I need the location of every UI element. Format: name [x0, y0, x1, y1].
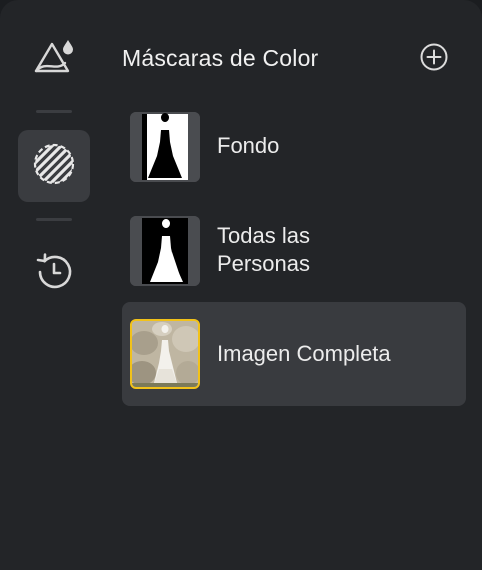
adjust-tool-button[interactable] — [18, 22, 90, 94]
rail-divider — [36, 218, 72, 221]
mask-item-imagen-completa[interactable]: Imagen Completa — [122, 302, 466, 406]
mask-item-todas-las-personas[interactable]: Todas las Personas — [122, 206, 466, 294]
mask-label: Imagen Completa — [217, 341, 391, 366]
photo-thumbnail-image — [132, 321, 198, 387]
history-tool-button[interactable] — [18, 238, 90, 310]
mask-thumbnail — [130, 112, 200, 182]
history-icon — [33, 251, 75, 298]
mask-thumbnail — [130, 216, 200, 286]
mask-item-fondo[interactable]: Fondo — [122, 104, 466, 188]
masks-panel: Máscaras de Color Fondo Todas las Person… — [0, 0, 482, 570]
masks-tool-button[interactable] — [18, 130, 90, 202]
striped-circle-icon — [32, 142, 76, 191]
plus-circle-icon — [419, 42, 449, 77]
add-mask-button[interactable] — [419, 42, 449, 77]
triangle-droplet-icon — [32, 36, 76, 81]
mask-thumbnail-selected — [130, 319, 200, 389]
tool-rail — [0, 0, 108, 570]
rail-divider — [36, 110, 72, 113]
people-mask-image — [130, 216, 200, 286]
mask-label: Fondo — [217, 133, 280, 158]
background-mask-image — [130, 112, 200, 182]
mask-label-line-1: Todas las — [217, 223, 310, 248]
panel-title: Máscaras de Color — [122, 45, 319, 71]
mask-label-line-2: Personas — [217, 251, 310, 276]
